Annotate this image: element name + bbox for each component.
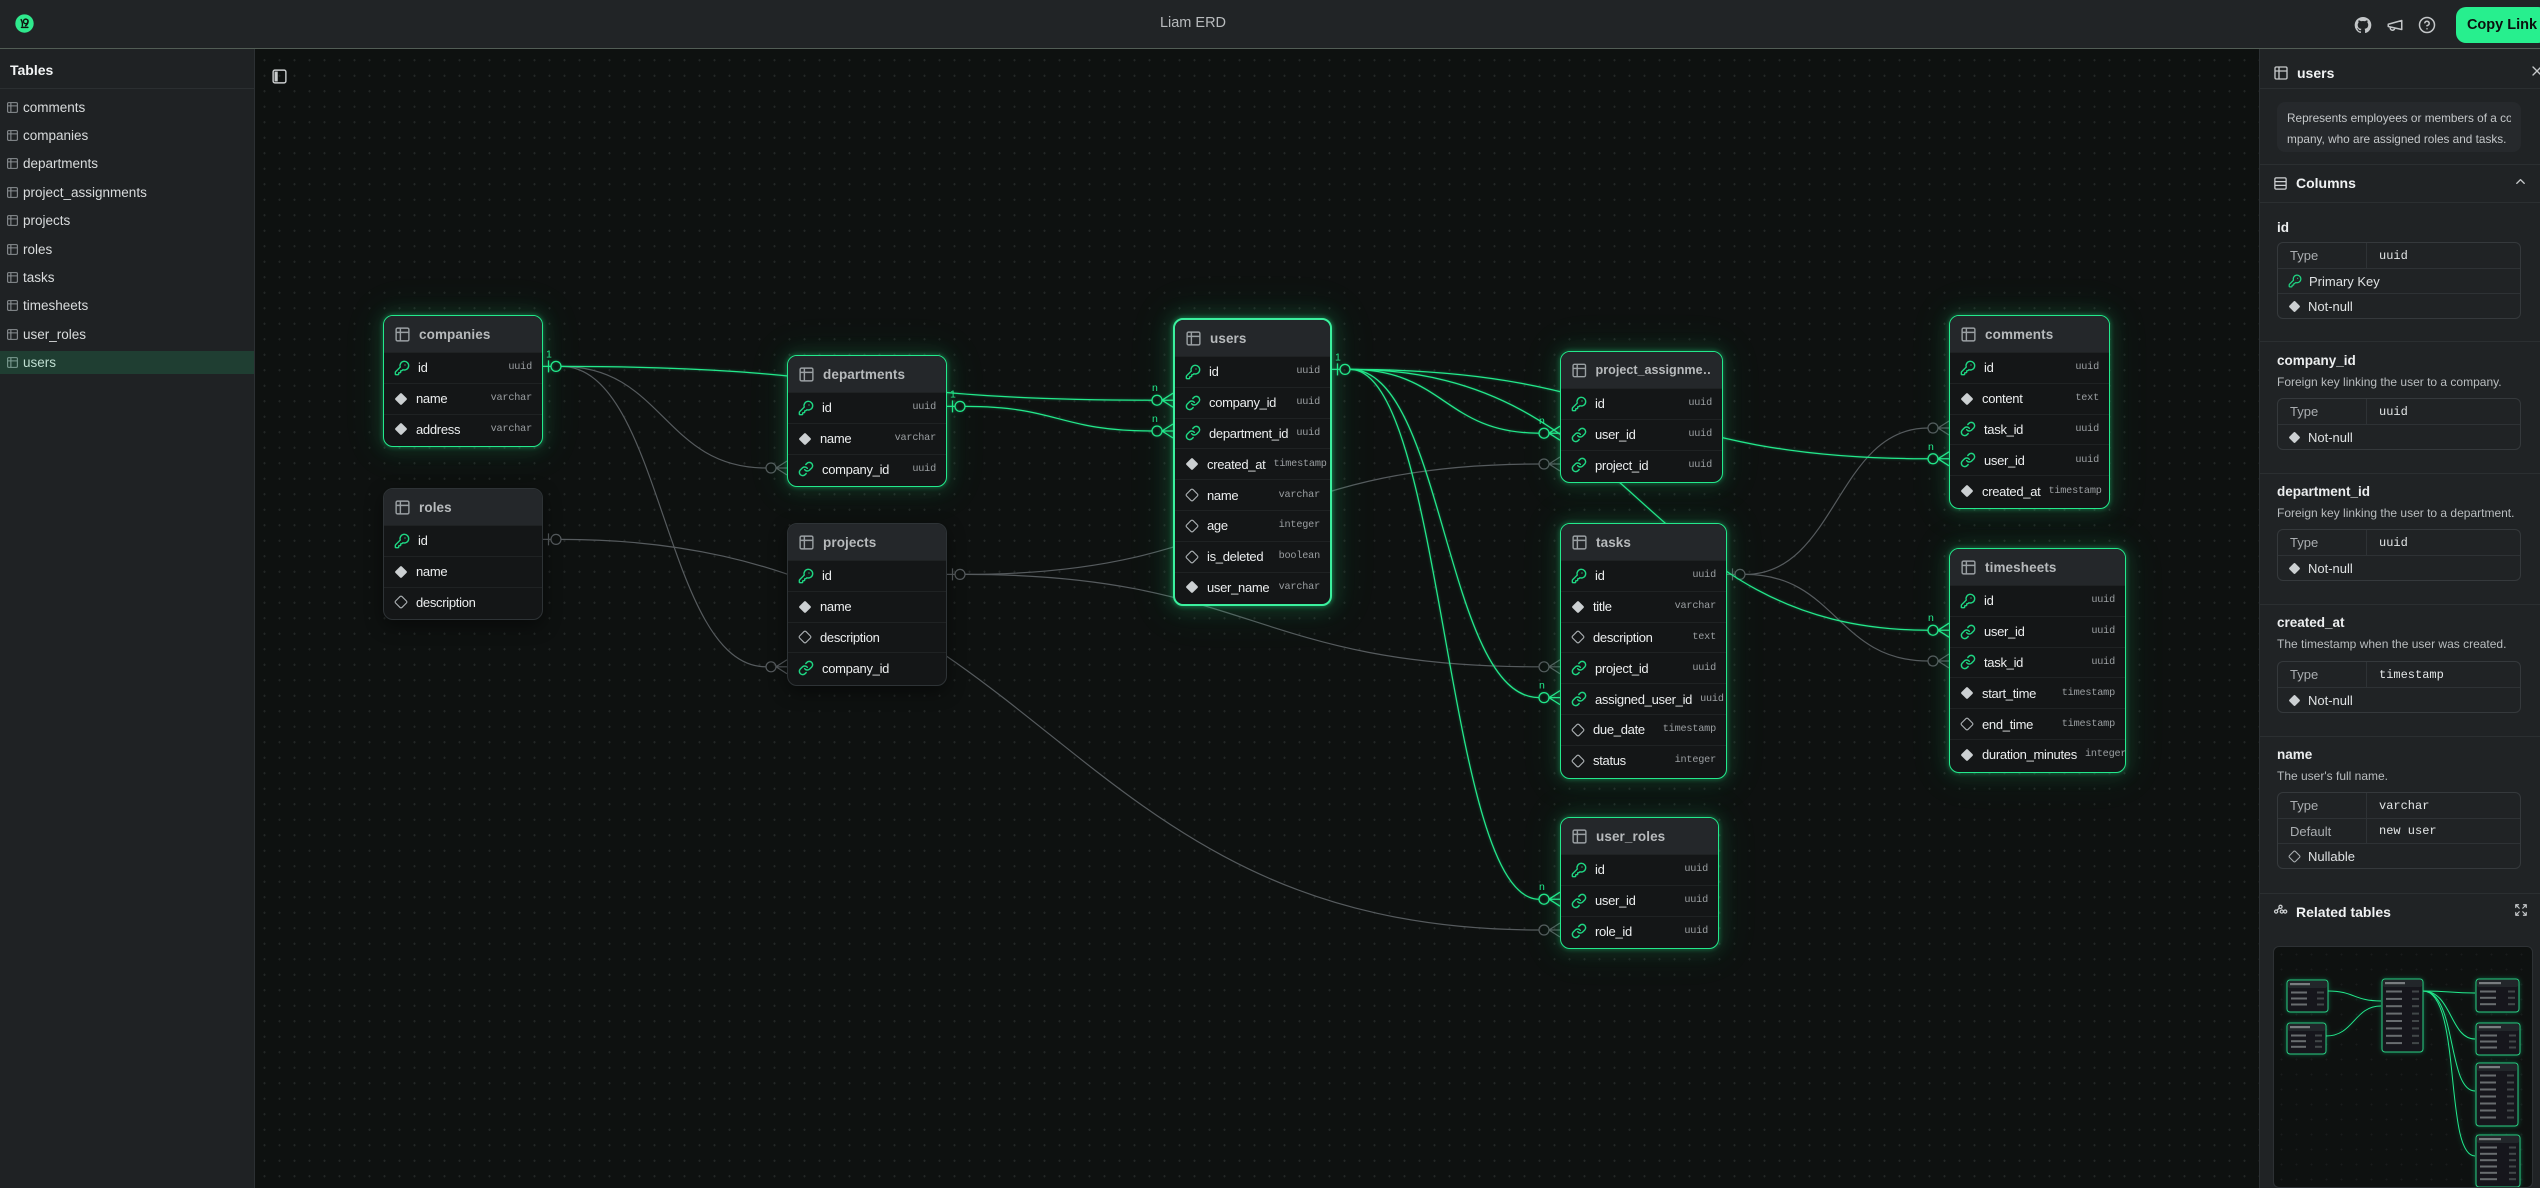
svg-text:1: 1	[546, 348, 552, 360]
svg-text:n: n	[1539, 881, 1545, 893]
svg-text:1: 1	[950, 388, 956, 400]
svg-text:n: n	[1539, 415, 1545, 427]
svg-text:n: n	[1928, 612, 1934, 624]
svg-text:n: n	[1928, 441, 1934, 453]
svg-text:n: n	[1152, 413, 1158, 425]
svg-text:n: n	[1152, 382, 1158, 394]
svg-text:1: 1	[1335, 351, 1341, 363]
svg-text:n: n	[1539, 680, 1545, 692]
